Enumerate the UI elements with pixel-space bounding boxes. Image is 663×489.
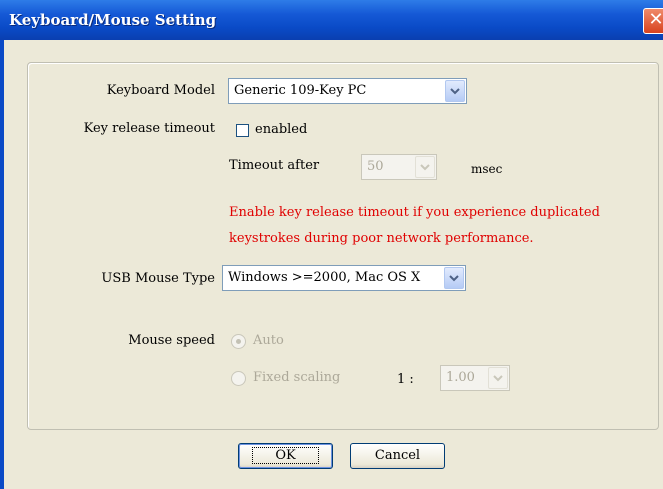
cancel-button-label: Cancel xyxy=(374,448,421,463)
enabled-checkbox[interactable] xyxy=(236,124,249,137)
msec-label: msec xyxy=(471,162,503,176)
fixed-scaling-radio[interactable] xyxy=(231,371,246,386)
usb-mouse-type-label: USB Mouse Type xyxy=(101,271,215,286)
title-bar: Keyboard/Mouse Setting ✕ xyxy=(0,0,663,40)
timeout-after-label: Timeout after xyxy=(229,158,320,173)
close-icon: ✕ xyxy=(648,9,663,30)
usb-mouse-type-value: Windows >=2000, Mac OS X xyxy=(228,270,421,285)
fixed-scaling-label[interactable]: Fixed scaling xyxy=(253,370,340,385)
fixed-scaling-select[interactable]: 1.00 xyxy=(440,365,510,391)
key-release-label: Key release timeout xyxy=(83,121,215,136)
enabled-label[interactable]: enabled xyxy=(255,122,307,137)
chevron-down-icon[interactable] xyxy=(415,156,435,178)
close-button[interactable]: ✕ xyxy=(643,8,663,34)
auto-radio[interactable] xyxy=(231,334,246,349)
settings-panel xyxy=(27,62,659,430)
chevron-down-icon[interactable] xyxy=(445,80,465,102)
window-frame xyxy=(0,40,4,489)
ok-button[interactable]: OK xyxy=(238,443,333,469)
timeout-value: 50 xyxy=(367,159,384,174)
warning-text-line1: Enable key release timeout if you experi… xyxy=(229,205,600,220)
window-title: Keyboard/Mouse Setting xyxy=(9,11,217,29)
keyboard-model-value: Generic 109-Key PC xyxy=(234,83,367,98)
keyboard-model-label: Keyboard Model xyxy=(106,83,215,98)
mouse-speed-label: Mouse speed xyxy=(128,333,215,348)
keyboard-model-select[interactable]: Generic 109-Key PC xyxy=(228,78,467,104)
usb-mouse-type-select[interactable]: Windows >=2000, Mac OS X xyxy=(222,265,466,291)
fixed-scaling-value: 1.00 xyxy=(446,370,475,385)
timeout-select[interactable]: 50 xyxy=(361,154,437,180)
chevron-down-icon[interactable] xyxy=(488,367,508,389)
chevron-down-icon[interactable] xyxy=(444,267,464,289)
ok-button-label: OK xyxy=(252,447,319,464)
cancel-button[interactable]: Cancel xyxy=(350,443,445,469)
ratio-label: 1 : xyxy=(397,372,414,387)
warning-text-line2: keystrokes during poor network performan… xyxy=(229,231,534,246)
auto-label[interactable]: Auto xyxy=(253,333,284,348)
